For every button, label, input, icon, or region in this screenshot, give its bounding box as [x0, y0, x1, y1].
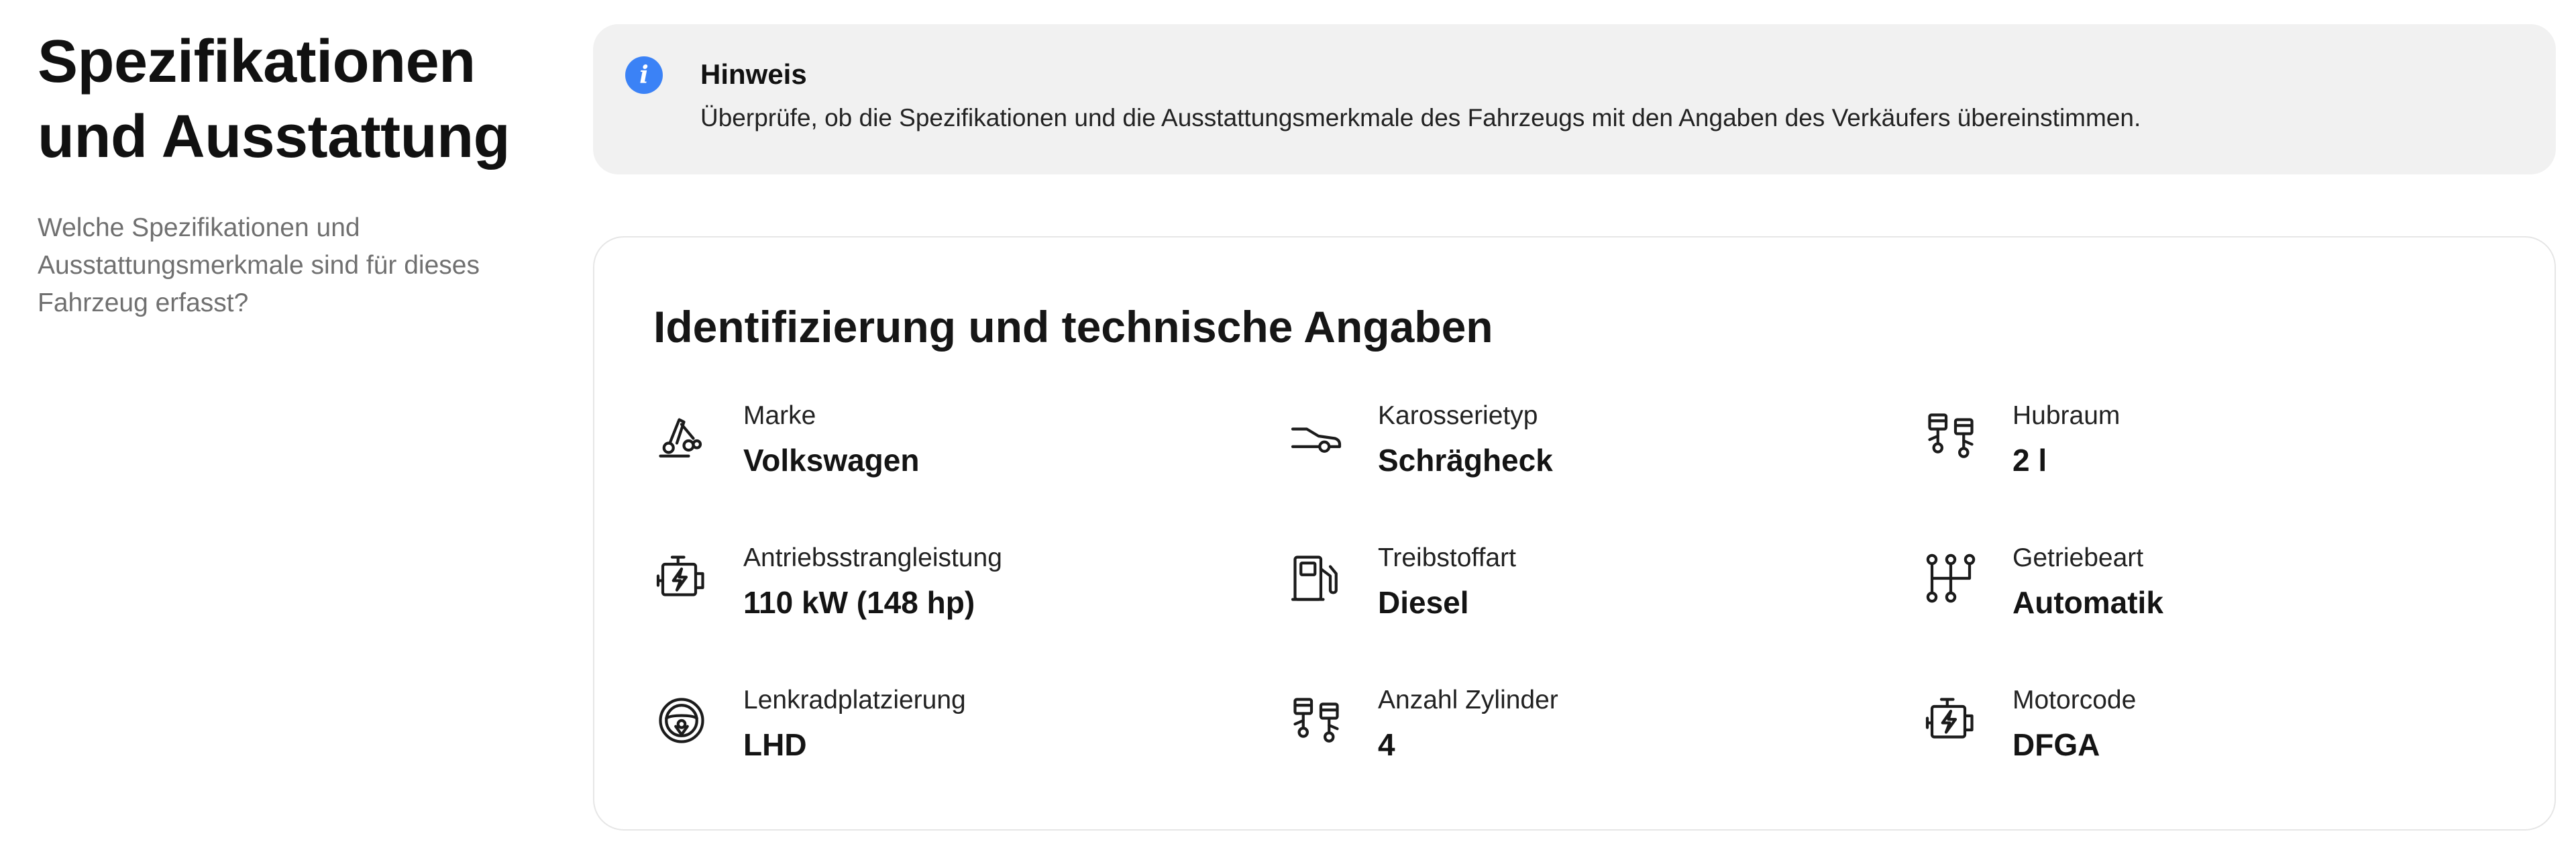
spec-item-brand: Marke Volkswagen — [653, 399, 1288, 541]
spec-item-displacement: Hubraum 2 l — [1923, 399, 2532, 541]
spec-item-cylinders: Anzahl Zylinder 4 — [1288, 683, 1923, 825]
spec-value: Schrägheck — [1378, 443, 1553, 478]
spec-label: Antriebsstrangleistung — [743, 543, 1002, 572]
spec-label: Anzahl Zylinder — [1378, 686, 1558, 714]
card-title: Identifizierung und technische Angaben — [653, 302, 1493, 352]
engine-icon — [653, 550, 710, 606]
spec-text: Treibstoffart Diesel — [1378, 541, 1516, 623]
spec-value: Automatik — [2012, 585, 2163, 620]
spec-value: 110 kW (148 hp) — [743, 585, 975, 620]
spec-value: DFGA — [2012, 727, 2100, 762]
spec-text: Getriebeart Automatik — [2012, 541, 2163, 623]
brand-icon — [653, 408, 710, 464]
spec-label: Hubraum — [2012, 401, 2121, 430]
spec-text: Karosserietyp Schrägheck — [1378, 399, 1553, 480]
spec-item-transmission: Getriebeart Automatik — [1923, 541, 2532, 683]
car-body-icon — [1288, 408, 1344, 464]
spec-value: Diesel — [1378, 585, 1469, 620]
spec-value: 4 — [1378, 727, 1395, 762]
spec-text: Hubraum 2 l — [2012, 399, 2120, 480]
spec-label: Treibstoffart — [1378, 543, 1516, 572]
spec-value: Volkswagen — [743, 443, 920, 478]
specs-grid: Marke Volkswagen Karosserietyp Schräghec… — [653, 399, 2532, 825]
spec-item-engine-code: Motorcode DFGA — [1923, 683, 2532, 825]
spec-text: Lenkradplatzierung LHD — [743, 683, 966, 765]
spec-item-steering: Lenkradplatzierung LHD — [653, 683, 1288, 825]
spec-value: LHD — [743, 727, 807, 762]
spec-item-power: Antriebsstrangleistung 110 kW (148 hp) — [653, 541, 1288, 683]
notice-box: i Hinweis Überprüfe, ob die Spezifikatio… — [593, 24, 2556, 174]
spec-text: Anzahl Zylinder 4 — [1378, 683, 1558, 765]
notice-body: Überprüfe, ob die Spezifikationen und di… — [700, 104, 2141, 131]
specs-card: Identifizierung und technische Angaben M… — [593, 236, 2556, 831]
section-title: Spezifikationen und Ausstattung — [38, 28, 511, 170]
spec-text: Marke Volkswagen — [743, 399, 919, 480]
spec-label: Lenkradplatzierung — [743, 686, 966, 714]
spec-value: 2 l — [2012, 443, 2047, 478]
gearbox-icon — [1923, 550, 1979, 606]
spec-item-body-type: Karosserietyp Schrägheck — [1288, 399, 1923, 541]
spec-text: Motorcode DFGA — [2012, 683, 2136, 765]
notice-text: Hinweis Überprüfe, ob die Spezifikatione… — [700, 56, 2141, 134]
steering-wheel-icon — [653, 692, 710, 749]
notice-title: Hinweis — [700, 58, 807, 90]
spec-label: Marke — [743, 401, 816, 430]
cylinders-icon — [1288, 692, 1344, 749]
spec-label: Motorcode — [2012, 686, 2137, 714]
cylinders-icon — [1923, 408, 1979, 464]
spec-label: Karosserietyp — [1378, 401, 1538, 430]
spec-item-fuel-type: Treibstoffart Diesel — [1288, 541, 1923, 683]
section-intro: Spezifikationen und Ausstattung Welche S… — [38, 24, 521, 322]
fuel-pump-icon — [1288, 550, 1344, 606]
spec-label: Getriebeart — [2012, 543, 2144, 572]
info-icon: i — [625, 56, 663, 94]
page: Spezifikationen und Ausstattung Welche S… — [0, 0, 2576, 848]
engine-icon — [1923, 692, 1979, 749]
section-subtitle: Welche Spezifikationen und Ausstattungsm… — [38, 213, 480, 317]
spec-text: Antriebsstrangleistung 110 kW (148 hp) — [743, 541, 1002, 623]
